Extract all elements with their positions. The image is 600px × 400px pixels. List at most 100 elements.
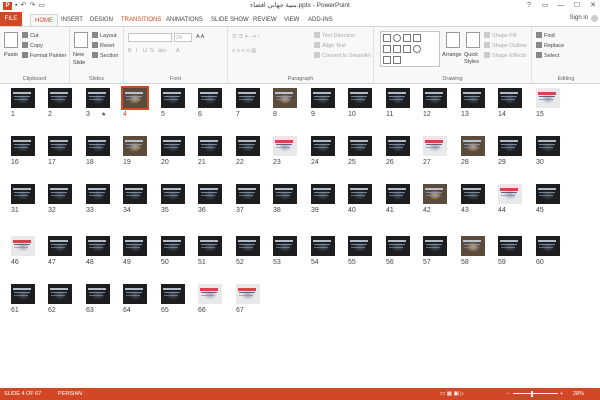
sign-in-link[interactable]: Sign in — [570, 15, 588, 21]
shape-effects-button[interactable]: Shape Effects — [484, 52, 526, 60]
zoom-in-icon[interactable]: + — [560, 388, 563, 400]
align-text-button[interactable]: Align Text — [314, 42, 346, 50]
bullets-button[interactable]: ☰ ☰ ⇤ ⇥ ↕ — [232, 33, 260, 41]
zoom-level[interactable]: 28% — [573, 388, 584, 400]
tab-design[interactable]: DESIGN — [90, 14, 113, 26]
shape-star-icon[interactable] — [413, 45, 421, 53]
tab-file[interactable]: FILE — [0, 12, 22, 26]
shape-curve-icon[interactable] — [393, 45, 401, 53]
slide-thumbnail[interactable] — [311, 236, 335, 256]
slide-thumbnail[interactable] — [236, 136, 260, 156]
slide-thumbnail[interactable] — [123, 136, 147, 156]
slide-thumbnail[interactable] — [273, 88, 297, 108]
format-painter-button[interactable]: Format Painter — [22, 52, 66, 60]
arrange-button[interactable]: Arrange — [442, 51, 462, 59]
zoom-slider[interactable] — [513, 393, 558, 394]
help-icon[interactable]: ? — [524, 0, 534, 12]
slide-thumbnail[interactable] — [348, 136, 372, 156]
slide-thumbnail[interactable] — [11, 184, 35, 204]
slide-thumbnail[interactable] — [123, 184, 147, 204]
slide-thumbnail[interactable] — [536, 236, 560, 256]
slide-thumbnail[interactable] — [11, 88, 35, 108]
tab-view[interactable]: VIEW — [284, 14, 299, 26]
font-color-icon[interactable]: A — [176, 47, 180, 55]
slide-thumbnail[interactable] — [461, 136, 485, 156]
slide-thumbnail[interactable] — [48, 88, 72, 108]
bold-button[interactable]: B — [128, 47, 132, 55]
slide-thumbnail[interactable] — [311, 184, 335, 204]
slide-thumbnail[interactable] — [348, 184, 372, 204]
reset-button[interactable]: Reset — [92, 42, 114, 50]
shapes-gallery[interactable] — [380, 31, 440, 67]
shape-line-icon[interactable] — [403, 34, 411, 42]
zoom-out-icon[interactable]: − — [506, 388, 509, 400]
slide-thumbnail[interactable] — [86, 184, 110, 204]
slide-thumbnail[interactable] — [423, 88, 447, 108]
slide-thumbnail[interactable] — [461, 184, 485, 204]
close-icon[interactable]: ✕ — [588, 0, 598, 12]
language-status[interactable]: PERSIAN — [58, 388, 82, 400]
slide-sorter[interactable]: 1 2 3 ★ 4 5 6 7 8 9 10 11 12 13 14 15 16 17 18 19 20 21 22 23 24… — [0, 84, 600, 388]
copy-button[interactable]: Copy — [22, 42, 43, 50]
transition-star-icon[interactable]: ★ — [101, 111, 106, 118]
slide-thumbnail[interactable] — [86, 136, 110, 156]
slide-thumbnail[interactable] — [198, 184, 222, 204]
shape-fill-button[interactable]: Shape Fill — [484, 32, 516, 40]
slide-thumbnail[interactable] — [48, 236, 72, 256]
find-button[interactable]: Find — [536, 32, 555, 40]
grow-font-icon[interactable]: A A — [196, 33, 204, 41]
slide-thumbnail[interactable] — [236, 184, 260, 204]
slide-thumbnail[interactable] — [198, 236, 222, 256]
shape-callout-icon[interactable] — [383, 56, 391, 64]
slide-thumbnail[interactable] — [386, 236, 410, 256]
ribbon-display-icon[interactable]: ▭ — [540, 0, 550, 12]
slide-thumbnail[interactable] — [11, 284, 35, 304]
slide-thumbnail[interactable] — [311, 88, 335, 108]
font-size-combo[interactable]: 24 — [174, 33, 192, 42]
slide-thumbnail[interactable] — [161, 184, 185, 204]
shape-triangle-icon[interactable] — [383, 45, 391, 53]
underline-button[interactable]: U — [143, 47, 147, 55]
shape-flow-icon[interactable] — [393, 56, 401, 64]
slide-thumbnail[interactable] — [498, 88, 522, 108]
slide-thumbnail[interactable] — [498, 136, 522, 156]
shape-rectangle-icon[interactable] — [383, 34, 391, 42]
slide-thumbnail[interactable] — [86, 284, 110, 304]
slide-thumbnail[interactable] — [348, 88, 372, 108]
zoom-slider-thumb[interactable] — [531, 391, 533, 397]
shape-arrow-icon[interactable] — [413, 34, 421, 42]
strikethrough-button[interactable]: S — [150, 47, 154, 55]
slide-thumbnail[interactable] — [311, 136, 335, 156]
tab-review[interactable]: REVIEW — [253, 14, 277, 26]
slide-thumbnail[interactable] — [161, 284, 185, 304]
slide-thumbnail[interactable] — [273, 184, 297, 204]
tab-insert[interactable]: INSERT — [61, 14, 83, 26]
layout-button[interactable]: Layout — [92, 32, 117, 40]
italic-button[interactable]: I — [136, 47, 138, 55]
slide-thumbnail[interactable] — [536, 136, 560, 156]
slide-thumbnail[interactable] — [423, 236, 447, 256]
slide-thumbnail[interactable] — [536, 184, 560, 204]
slide-thumbnail[interactable] — [423, 136, 447, 156]
slide-thumbnail[interactable] — [198, 136, 222, 156]
section-button[interactable]: Section — [92, 52, 118, 60]
align-buttons[interactable]: ≡ ≡ ≡ ≡ ▥ — [232, 47, 256, 55]
slide-thumbnail[interactable] — [273, 236, 297, 256]
slide-thumbnail[interactable] — [236, 284, 260, 304]
slide-thumbnail[interactable] — [273, 136, 297, 156]
slide-thumbnail[interactable] — [236, 88, 260, 108]
slide-thumbnail[interactable] — [121, 86, 149, 110]
tab-add-ins[interactable]: ADD-INS — [308, 14, 333, 26]
tab-slide-show[interactable]: SLIDE SHOW — [211, 14, 249, 26]
slide-thumbnail[interactable] — [86, 88, 110, 108]
view-buttons[interactable]: ▭ ▦ ▣ ▷ — [440, 388, 464, 400]
slide-thumbnail[interactable] — [461, 88, 485, 108]
maximize-icon[interactable]: ☐ — [572, 0, 582, 12]
slide-thumbnail[interactable] — [86, 236, 110, 256]
slide-thumbnail[interactable] — [161, 236, 185, 256]
slide-thumbnail[interactable] — [423, 184, 447, 204]
slide-thumbnail[interactable] — [498, 184, 522, 204]
slide-thumbnail[interactable] — [48, 184, 72, 204]
slide-thumbnail[interactable] — [386, 88, 410, 108]
slide-thumbnail[interactable] — [386, 184, 410, 204]
